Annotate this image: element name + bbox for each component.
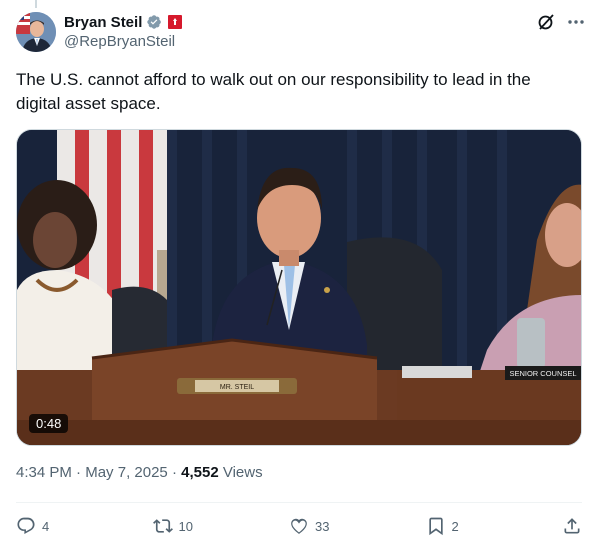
retweet-icon — [152, 519, 173, 533]
share-icon — [564, 518, 580, 534]
verified-badge-icon[interactable] — [146, 14, 162, 30]
meta-separator: · — [71, 464, 86, 481]
nameplate-right-text: SENIOR COUNSEL — [509, 369, 576, 378]
retweet-button[interactable]: 10 — [152, 516, 213, 536]
like-icon — [291, 518, 307, 534]
reply-count: 4 — [42, 518, 50, 534]
like-button[interactable]: 33 — [289, 516, 349, 536]
engagement-bar: 4 10 33 2 — [16, 514, 582, 538]
video-frame: MR. STEIL SENIOR COUNSEL — [17, 130, 581, 445]
author-display-name[interactable]: Bryan Steil — [64, 14, 142, 31]
tweet-time[interactable]: 4:34 PM — [16, 464, 72, 481]
tweet-top-actions — [536, 12, 586, 32]
views-count: 4,552 — [181, 464, 219, 481]
views-label: Views — [222, 464, 263, 481]
video-player[interactable]: MR. STEIL SENIOR COUNSEL 0:48 — [16, 129, 582, 446]
like-count: 33 — [315, 518, 330, 534]
tweet-date[interactable]: May 7, 2025 — [85, 464, 168, 481]
tweet-header: Bryan Steil @RepBryanSteil — [16, 12, 586, 52]
video-duration-badge: 0:48 — [29, 414, 69, 433]
nameplate-text: MR. STEIL — [220, 384, 254, 391]
bookmark-button[interactable]: 2 — [426, 516, 486, 536]
share-button[interactable] — [562, 516, 582, 536]
more-options-icon[interactable] — [566, 12, 586, 32]
avatar[interactable] — [16, 12, 56, 52]
retweet-count: 10 — [178, 518, 193, 534]
author-handle[interactable]: @RepBryanSteil — [64, 33, 182, 50]
house-affiliation-icon[interactable] — [168, 15, 183, 29]
reply-icon — [17, 517, 35, 534]
reply-button[interactable]: 4 — [16, 516, 76, 536]
divider — [16, 502, 582, 503]
author-info: Bryan Steil @RepBryanSteil — [64, 12, 183, 50]
bookmark-icon — [428, 517, 443, 536]
meta-separator: · — [167, 464, 182, 481]
bookmark-count: 2 — [451, 518, 459, 534]
grok-icon[interactable] — [536, 12, 556, 32]
tweet-metadata: 4:34 PM · May 7, 2025 · 4,552 Views — [16, 464, 263, 481]
thread-connector-line — [35, 0, 37, 8]
tweet-text: The U.S. cannot afford to walk out on ou… — [16, 70, 531, 113]
